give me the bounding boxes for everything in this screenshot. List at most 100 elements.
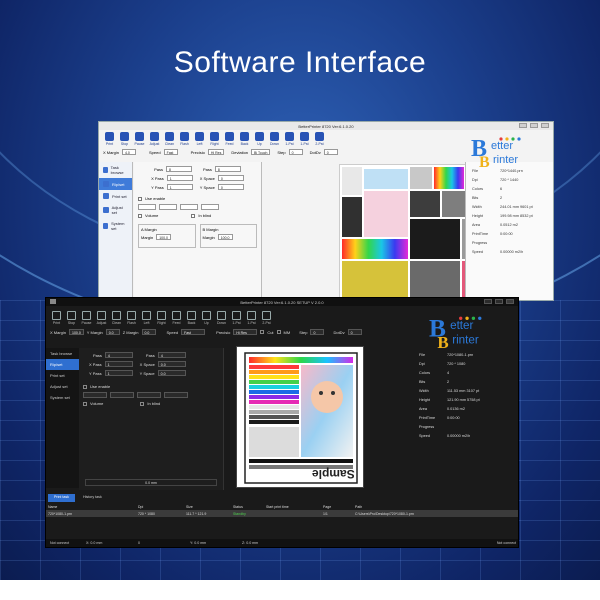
close-button[interactable] (541, 123, 549, 128)
sidebar-item-adjust-set[interactable]: Adjust set (99, 202, 132, 218)
toolbar-button-pause[interactable]: Pause (133, 132, 146, 146)
sidebar-item-task-browse[interactable]: Task browse (99, 162, 132, 178)
toolbar-button-1-pst[interactable]: 1-Pst (283, 132, 296, 146)
toolbar-button-feed[interactable]: Feed (223, 132, 236, 146)
toolbar-button-2-pst[interactable]: 2-Pst (260, 311, 273, 325)
toolbar-button-down[interactable]: Down (215, 311, 228, 325)
enable-field-3[interactable] (137, 392, 161, 398)
table-row[interactable]: 720*1080-1.prn 720 * 1080 111.7 * 121.9 Sta… (46, 510, 518, 517)
step-input[interactable]: 0 (310, 329, 325, 335)
toolbar-button-back[interactable]: Back (238, 132, 251, 146)
pass-select[interactable]: 8 (166, 166, 192, 172)
column-header-size[interactable]: Size (186, 505, 233, 509)
column-header-dpi[interactable]: Dpi (138, 505, 186, 509)
enable-field-2[interactable] (159, 204, 177, 210)
x-pass-input[interactable]: 1 (104, 361, 133, 367)
toolbar-button-right[interactable]: Right (155, 311, 168, 325)
enable-field-4[interactable] (164, 392, 188, 398)
pass-input-2[interactable]: 4 (157, 352, 186, 358)
sidebar-item-task-browse[interactable]: Task browse (46, 348, 79, 359)
toolbar-button-clean[interactable]: Clean (163, 132, 176, 146)
speed-select[interactable]: Fast (181, 329, 206, 335)
dotdv-input[interactable]: 0 (347, 329, 362, 335)
inblind-checkbox[interactable] (191, 213, 196, 218)
column-header-name[interactable]: Name (48, 505, 138, 509)
enable-field-1[interactable] (138, 204, 156, 210)
x-margin-input[interactable]: 4.0 (122, 149, 137, 155)
maximize-button[interactable] (495, 299, 503, 304)
toolbar-button-adjust[interactable]: Adjust (95, 311, 108, 325)
pass-select[interactable]: 4 (104, 352, 133, 358)
toolbar-button-up[interactable]: Up (200, 311, 213, 325)
tab-history-task[interactable]: History task (77, 494, 108, 502)
enable-field-1[interactable] (83, 392, 107, 398)
sidebar-item-rip-set[interactable]: Rip/set (46, 359, 79, 370)
toolbar-button-1-pst[interactable]: 1-Pst (245, 311, 258, 325)
maximize-button[interactable] (530, 123, 538, 128)
column-header-page[interactable]: Page (323, 505, 355, 509)
toolbar-button-flash[interactable]: Flash (125, 311, 138, 325)
toolbar-button-stop[interactable]: Stop (118, 132, 131, 146)
use-enable-checkbox[interactable] (138, 196, 142, 201)
toolbar-button-down[interactable]: Down (268, 132, 281, 146)
minimize-button[interactable] (484, 299, 492, 304)
x-margin-input[interactable]: 100.0 (69, 329, 84, 335)
sidebar-item-system-set[interactable]: System set (46, 392, 79, 403)
pass-input-2[interactable]: 8 (214, 166, 241, 172)
toolbar-button-up[interactable]: Up (253, 132, 266, 146)
a-margin-input[interactable]: 100.0 (156, 234, 171, 240)
toolbar-button-1-pst[interactable]: 1-Pst (298, 132, 311, 146)
volume-checkbox[interactable] (83, 401, 87, 406)
use-enable-checkbox[interactable] (83, 384, 87, 389)
enable-field-3[interactable] (180, 204, 198, 210)
y-margin-input[interactable]: 0.0 (105, 329, 120, 335)
toolbar-button-clean[interactable]: Clean (110, 311, 123, 325)
precision-select[interactable]: Hi Res (233, 329, 258, 335)
cut-checkbox[interactable] (260, 330, 265, 334)
column-header-start-print-time[interactable]: Start print time (266, 505, 323, 509)
y-space-input[interactable]: 0.0 (157, 370, 186, 376)
toolbar-button-stop[interactable]: Stop (65, 311, 78, 325)
deviation-select[interactable]: Bi Touch (251, 149, 271, 155)
toolbar-button-pause[interactable]: Pause (80, 311, 93, 325)
toolbar-button-left[interactable]: Left (140, 311, 153, 325)
sidebar-item-rip-set[interactable]: Rip/set (99, 178, 132, 190)
toolbar-button-back[interactable]: Back (185, 311, 198, 325)
speed-select[interactable]: Fast (163, 149, 178, 155)
toolbar-button-adjust[interactable]: Adjust (148, 132, 161, 146)
enable-field-4[interactable] (201, 204, 219, 210)
enable-field-2[interactable] (110, 392, 134, 398)
y-pass-input[interactable]: 1 (104, 370, 133, 376)
b-margin-input[interactable]: 100.0 (217, 234, 233, 240)
x-space-input[interactable]: 0 (217, 175, 244, 181)
toolbar-button-right[interactable]: Right (208, 132, 221, 146)
x-space-input[interactable]: 0.0 (157, 361, 186, 367)
y-space-input[interactable]: 0 (217, 184, 244, 190)
toolbar-button-left[interactable]: Left (193, 132, 206, 146)
z-margin-input[interactable]: 0.0 (141, 329, 156, 335)
volume-checkbox[interactable] (138, 213, 142, 218)
close-button[interactable] (506, 299, 514, 304)
step-input[interactable]: 0 (288, 149, 303, 155)
sidebar-item-print-set[interactable]: Print set (46, 370, 79, 381)
toolbar-button-flash[interactable]: Flash (178, 132, 191, 146)
sidebar-item-system-set[interactable]: System set (99, 218, 132, 234)
toolbar-button-feed[interactable]: Feed (170, 311, 183, 325)
x-pass-input[interactable]: 1 (166, 175, 193, 181)
print-preview[interactable]: Sample (236, 346, 364, 488)
sidebar-item-print-set[interactable]: Print set (99, 190, 132, 202)
minimize-button[interactable] (519, 123, 527, 128)
y-pass-input[interactable]: 1 (166, 184, 193, 190)
toolbar-button-2-pst[interactable]: 2-Pst (313, 132, 326, 146)
precision-select[interactable]: Hi Res (207, 149, 225, 155)
column-header-path[interactable]: Path (355, 505, 518, 509)
mm-checkbox[interactable] (276, 330, 281, 334)
dotdv-input[interactable]: 0 (323, 149, 338, 155)
tab-print-task[interactable]: Print task (48, 494, 75, 502)
column-header-status[interactable]: Status (233, 505, 266, 509)
toolbar-button-print[interactable]: Print (50, 311, 63, 325)
toolbar-button-1-pst[interactable]: 1-Pst (230, 311, 243, 325)
sidebar-item-adjust-set[interactable]: Adjust set (46, 381, 79, 392)
inblind-checkbox[interactable] (140, 401, 145, 406)
toolbar-button-print[interactable]: Print (103, 132, 116, 146)
